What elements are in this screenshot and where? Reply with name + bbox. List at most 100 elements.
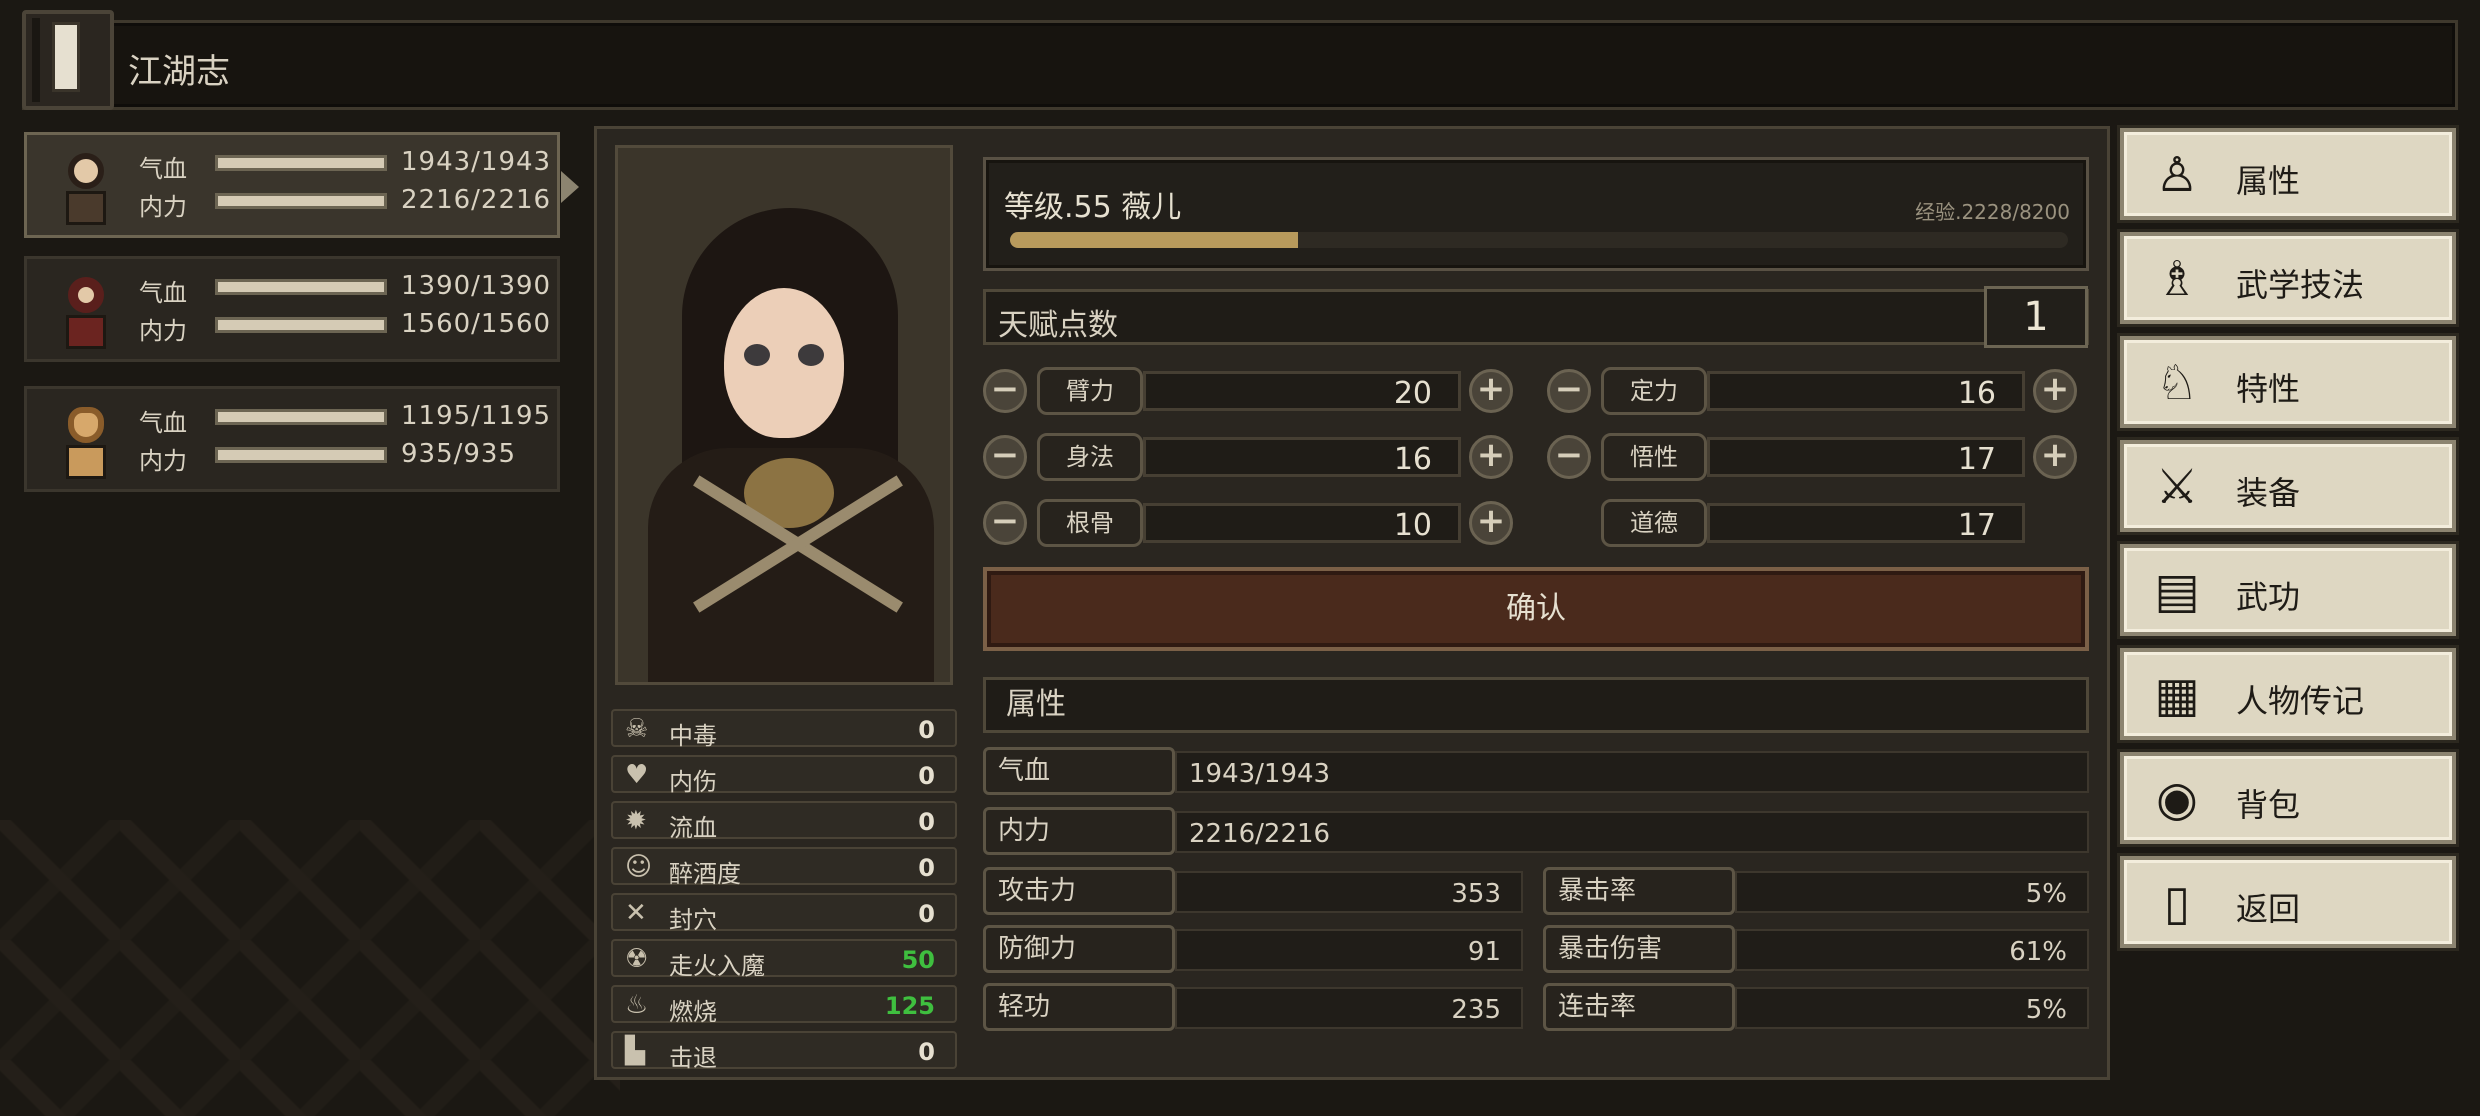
status-value: 0 [918, 808, 935, 836]
increase-button[interactable]: + [2033, 435, 2077, 479]
attribute-value: 20 [1393, 376, 1432, 411]
mp-bar [215, 447, 387, 463]
menu-button-6[interactable]: ◉ 背包 [2120, 752, 2456, 844]
attribute-name: 身法 [1037, 433, 1143, 481]
property-value: 235 [1451, 995, 1501, 1025]
party-member-2[interactable]: 气血 1390/1390 内力 1560/1560 [24, 256, 560, 362]
exp-bar-fill [1010, 232, 1298, 248]
property-field: 61% [1735, 929, 2089, 971]
confirm-button[interactable]: 确认 [983, 567, 2089, 651]
party-avatar-3 [41, 399, 131, 483]
property-row: 暴击率 5% [1543, 867, 2089, 915]
level-box: 等级.55 薇儿 经验.2228/8200 [983, 157, 2089, 271]
property-row-mp: 内力 2216/2216 [983, 807, 2089, 855]
menu-button-0[interactable]: ♙ 属性 [2120, 128, 2456, 220]
menu-label: 返回 [2236, 890, 2301, 928]
hp-value: 1390/1390 [401, 271, 552, 301]
door-icon: ▯ [2163, 875, 2191, 931]
sword-icon: ⚔ [2155, 459, 2199, 515]
boot-icon: ▙ [625, 1036, 645, 1066]
attribute-value: 10 [1393, 508, 1432, 543]
person-icon: ♙ [2155, 147, 2199, 203]
fire-icon: ♨ [625, 990, 649, 1020]
status-value: 0 [918, 716, 935, 744]
party-avatar-2 [41, 269, 131, 353]
property-value: 353 [1451, 879, 1501, 909]
decrease-button[interactable]: − [983, 501, 1027, 545]
status-row: ✹ 流血 0 [611, 801, 957, 842]
property-field: 1943/1943 [1175, 751, 2089, 793]
status-label: 燃烧 [669, 998, 717, 1026]
mp-label: 内力 [139, 447, 187, 475]
property-name: 内力 [983, 807, 1175, 855]
attribute-row: − 根骨 10 + [983, 497, 1543, 547]
menu-button-1[interactable]: ♗ 武学技法 [2120, 232, 2456, 324]
attribute-field: 17 [1707, 503, 2025, 543]
decrease-button[interactable]: − [1547, 435, 1591, 479]
attribute-row: − 臂力 20 + [983, 365, 1543, 415]
decrease-button[interactable]: − [1547, 369, 1591, 413]
property-name: 暴击伤害 [1543, 925, 1735, 973]
status-value: 0 [918, 1038, 935, 1066]
hp-value: 1943/1943 [401, 147, 552, 177]
menu-label: 武功 [2236, 578, 2301, 616]
status-row: ☠ 中毒 0 [611, 709, 957, 750]
character-panel: ☠ 中毒 0 ♥ 内伤 0 ✹ 流血 0 ☺ 醉酒度 0 ✕ 封穴 0 ☢ 走火入魔 50 ♨ 燃烧 125 ▙ 击退 0 等… [594, 126, 2110, 1080]
party-member-1[interactable]: 气血 1943/1943 内力 2216/2216 [24, 132, 579, 238]
status-label: 中毒 [669, 722, 717, 750]
attribute-row: 道德 17 [1547, 497, 2107, 547]
status-row: ♥ 内伤 0 [611, 755, 957, 796]
attribute-field: 16 [1707, 371, 2025, 411]
attribute-value: 17 [1957, 508, 1996, 543]
properties-title: 属性 [983, 677, 2089, 733]
attribute-name: 定力 [1601, 367, 1707, 415]
decrease-button[interactable]: − [983, 369, 1027, 413]
party-member-3[interactable]: 气血 1195/1195 内力 935/935 [24, 386, 560, 492]
talent-points-box: 天赋点数 1 [983, 286, 2089, 348]
property-row: 防御力 91 [983, 925, 1523, 973]
menu-button-3[interactable]: ⚔ 装备 [2120, 440, 2456, 532]
status-value: 125 [884, 992, 935, 1020]
menu-label: 特性 [2236, 370, 2301, 408]
drunk-icon: ☺ [625, 852, 653, 882]
menu-button-4[interactable]: ▤ 武功 [2120, 544, 2456, 636]
property-row: 轻功 235 [983, 983, 1523, 1031]
exp-bar [1010, 232, 2068, 248]
background-pattern [0, 820, 620, 1116]
menu-button-7[interactable]: ▯ 返回 [2120, 856, 2456, 948]
scroll-icon: ▦ [2154, 667, 2200, 723]
property-row: 连击率 5% [1543, 983, 2089, 1031]
mp-label: 内力 [139, 317, 187, 345]
character-portrait [615, 145, 953, 685]
increase-button[interactable]: + [2033, 369, 2077, 413]
status-row: ☺ 醉酒度 0 [611, 847, 957, 888]
status-label: 醉酒度 [669, 860, 741, 888]
acupoint-icon: ✕ [625, 898, 647, 928]
attribute-value: 16 [1957, 376, 1996, 411]
decrease-button[interactable]: − [983, 435, 1027, 479]
broken-heart-icon: ♥ [625, 760, 649, 790]
increase-button[interactable]: + [1469, 501, 1513, 545]
status-label: 流血 [669, 814, 717, 842]
hp-bar [215, 155, 387, 171]
attribute-name: 悟性 [1601, 433, 1707, 481]
mp-label: 内力 [139, 193, 187, 221]
menu-label: 背包 [2236, 786, 2301, 824]
property-value: 91 [1467, 937, 1501, 967]
attribute-field: 20 [1143, 371, 1461, 411]
property-value: 5% [2025, 995, 2067, 1025]
attribute-row: − 定力 16 + [1547, 365, 2107, 415]
property-name: 攻击力 [983, 867, 1175, 915]
menu-button-2[interactable]: ♘ 特性 [2120, 336, 2456, 428]
increase-button[interactable]: + [1469, 435, 1513, 479]
increase-button[interactable]: + [1469, 369, 1513, 413]
menu-button-5[interactable]: ▦ 人物传记 [2120, 648, 2456, 740]
property-row: 暴击伤害 61% [1543, 925, 2089, 973]
attribute-value: 16 [1393, 442, 1432, 477]
attribute-name: 道德 [1601, 499, 1707, 547]
hp-bar [215, 409, 387, 425]
talent-points-count: 1 [1984, 286, 2088, 348]
attribute-field: 17 [1707, 437, 2025, 477]
trait-icon: ♘ [2155, 355, 2199, 411]
hp-label: 气血 [139, 409, 187, 437]
